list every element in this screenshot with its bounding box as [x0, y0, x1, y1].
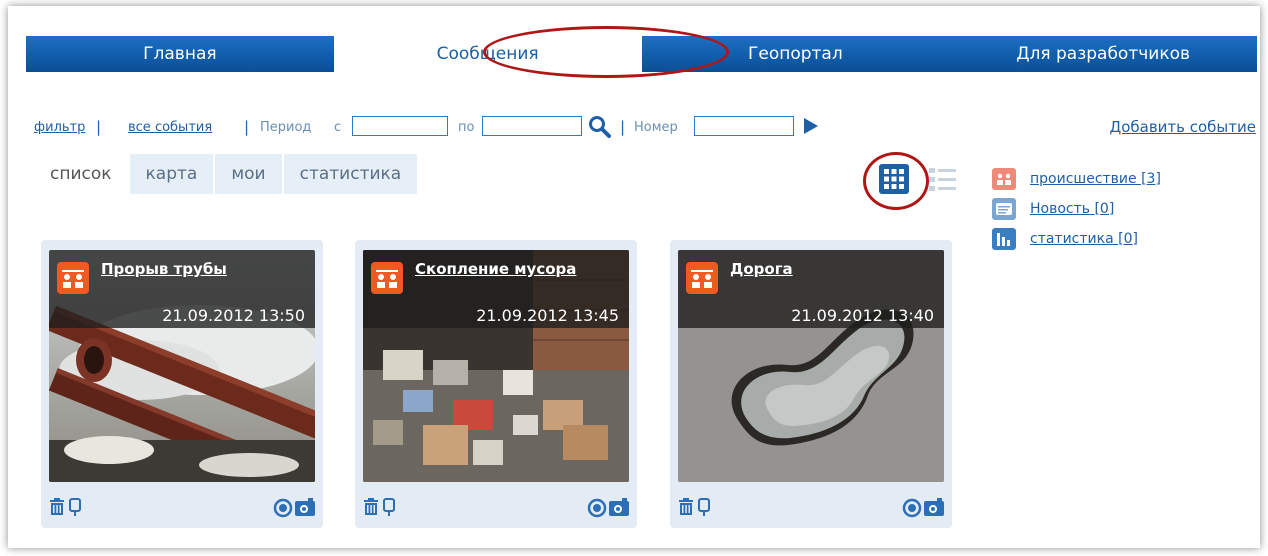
legend-label[interactable]: статистика [0] — [1030, 231, 1138, 247]
card-actions — [670, 488, 952, 528]
play-arrow-icon[interactable] — [802, 117, 820, 139]
trash-icon[interactable] — [49, 498, 65, 520]
main-navigation: Главная Сообщения Геопортал Для разработ… — [26, 36, 1257, 72]
search-icon[interactable] — [588, 115, 612, 139]
event-card[interactable]: Скопление мусора 21.09.2012 13:45 — [355, 240, 637, 528]
trash-icon[interactable] — [678, 498, 694, 520]
legend-item-statistics[interactable]: статистика [0] — [992, 224, 1161, 254]
target-icon[interactable] — [587, 498, 607, 522]
card-date: 21.09.2012 13:45 — [476, 306, 619, 325]
card-actions — [41, 488, 323, 528]
incident-icon — [57, 262, 89, 294]
all-events-link[interactable]: все события — [128, 120, 212, 135]
garbage-photo[interactable]: Скопление мусора 21.09.2012 13:45 — [363, 250, 629, 482]
incident-icon — [686, 262, 718, 294]
tab-mine[interactable]: мои — [215, 154, 282, 194]
camera-icon[interactable] — [609, 498, 629, 520]
location-pin-icon[interactable] — [69, 498, 81, 520]
camera-icon[interactable] — [295, 498, 315, 520]
location-pin-icon[interactable] — [698, 498, 710, 520]
date-from-input[interactable] — [352, 116, 448, 136]
tab-list[interactable]: список — [34, 154, 128, 194]
camera-icon[interactable] — [924, 498, 944, 520]
number-input[interactable] — [694, 116, 794, 136]
incident-icon — [992, 168, 1016, 190]
target-icon[interactable] — [273, 498, 293, 522]
card-title[interactable]: Скопление мусора — [415, 260, 576, 278]
card-date: 21.09.2012 13:40 — [791, 306, 934, 325]
separator: | — [96, 118, 102, 136]
period-label: Период — [260, 120, 312, 135]
date-to-input[interactable] — [482, 116, 582, 136]
legend-label[interactable]: происшествие [3] — [1030, 171, 1161, 187]
card-title[interactable]: Дорога — [730, 260, 793, 278]
card-actions — [355, 488, 637, 528]
card-title[interactable]: Прорыв трубы — [101, 260, 227, 278]
filter-link[interactable]: фильтр — [34, 120, 85, 135]
incident-icon — [371, 262, 403, 294]
separator: | — [620, 118, 626, 136]
filter-bar: фильтр | все события | Период с по | Ном… — [34, 116, 1256, 140]
news-icon — [992, 198, 1016, 220]
from-label: с — [334, 120, 342, 135]
legend-item-incident[interactable]: происшествие [3] — [992, 164, 1161, 194]
target-icon[interactable] — [902, 498, 922, 522]
event-card[interactable]: Дорога 21.09.2012 13:40 — [670, 240, 952, 528]
pothole-photo[interactable]: Дорога 21.09.2012 13:40 — [678, 250, 944, 482]
statistics-icon — [992, 228, 1016, 250]
event-card[interactable]: Прорыв трубы 21.09.2012 13:50 — [41, 240, 323, 528]
nav-item-home[interactable]: Главная — [26, 36, 334, 72]
to-label: по — [458, 120, 475, 135]
card-date: 21.09.2012 13:50 — [162, 306, 305, 325]
category-legend: происшествие [3] Новость [0] статистика … — [992, 164, 1161, 254]
legend-label[interactable]: Новость [0] — [1030, 201, 1114, 217]
number-label: Номер — [634, 120, 678, 135]
location-pin-icon[interactable] — [383, 498, 395, 520]
tab-map[interactable]: карта — [129, 154, 214, 194]
view-tabs: список карта мои статистика — [34, 154, 419, 194]
add-event-link[interactable]: Добавить событие — [1109, 118, 1256, 136]
grid-view-icon[interactable] — [879, 164, 909, 194]
nav-item-geoportal[interactable]: Геопортал — [642, 36, 950, 72]
nav-item-messages[interactable]: Сообщения — [333, 36, 642, 72]
legend-item-news[interactable]: Новость [0] — [992, 194, 1161, 224]
nav-item-developers[interactable]: Для разработчиков — [949, 36, 1257, 72]
tab-statistics[interactable]: статистика — [283, 154, 418, 194]
pipe-burst-photo[interactable]: Прорыв трубы 21.09.2012 13:50 — [49, 250, 315, 482]
trash-icon[interactable] — [363, 498, 379, 520]
separator: | — [244, 118, 250, 136]
list-view-icon[interactable] — [928, 164, 958, 194]
